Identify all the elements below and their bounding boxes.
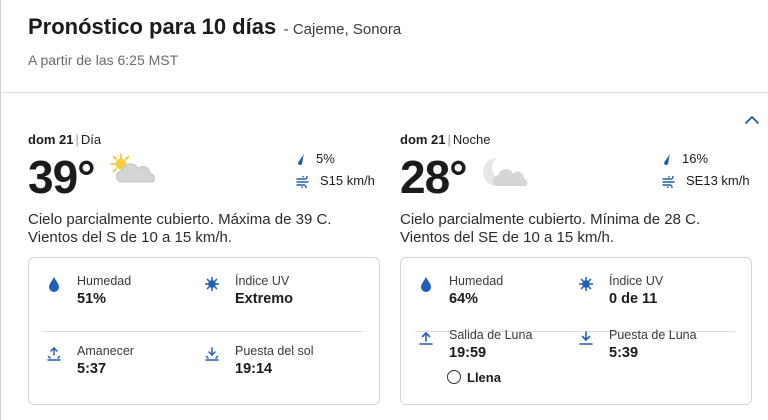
day-wind: S15 km/h <box>296 173 375 190</box>
day-details-card: Humedad 51% Índice UV Extremo Amanecer 5… <box>28 257 380 405</box>
partly-cloudy-day-icon <box>110 153 155 183</box>
day-description: Cielo parcialmente cubierto. Máxima de 3… <box>28 211 332 246</box>
night-date: dom 21 <box>400 132 446 147</box>
chevron-up-icon[interactable] <box>743 113 761 127</box>
night-date-line: dom 21 | Noche <box>400 132 491 147</box>
raindrop-icon <box>664 153 670 165</box>
uv-sun-icon <box>205 277 219 291</box>
forecast-header: Pronóstico para 10 días - Cajeme, Sonora… <box>28 14 401 68</box>
night-temperature: 28° <box>400 151 468 203</box>
raindrop-icon <box>298 153 304 165</box>
day-date-line: dom 21 | Día <box>28 132 102 147</box>
day-period: Día <box>80 132 102 147</box>
night-forecast: dom 21 | Noche 28° 16% SE13 km/h Cielo par… <box>400 132 752 247</box>
wind-icon <box>662 174 675 190</box>
partly-cloudy-night-icon <box>483 156 528 186</box>
day-temperature: 39° <box>28 151 96 203</box>
wind-icon <box>296 174 309 190</box>
day-forecast: dom 21 | Día 39° 5% S15 km/h Cielo parcial… <box>28 132 380 247</box>
sunrise-icon <box>47 346 61 361</box>
moon-phase: Llena <box>447 370 501 385</box>
humidity-drop-icon <box>421 277 431 292</box>
day-date: dom 21 <box>28 132 74 147</box>
card-divider <box>43 331 363 332</box>
window-border <box>0 0 1 420</box>
uv-sun-icon <box>579 277 593 291</box>
humidity-drop-icon <box>49 277 59 292</box>
moonrise-icon <box>419 331 433 345</box>
night-description: Cielo parcialmente cubierto. Mínima de 2… <box>400 211 701 246</box>
moonset-icon <box>579 331 593 345</box>
day-precipitation: 5% <box>296 151 335 166</box>
night-details-card: Humedad 64% Índice UV 0 de 11 Salida de … <box>400 257 752 405</box>
night-period: Noche <box>452 132 491 147</box>
night-precipitation: 16% <box>662 151 708 166</box>
moon-phase-label: Llena <box>467 370 501 385</box>
night-wind: SE13 km/h <box>662 173 750 190</box>
as-of-timestamp: A partir de las 6:25 MST <box>28 52 179 68</box>
page-title: Pronóstico para 10 días <box>28 14 277 39</box>
location-label: - Cajeme, Sonora <box>283 21 402 38</box>
sunset-icon <box>205 347 219 361</box>
header-divider <box>0 92 768 93</box>
full-moon-icon <box>447 370 461 384</box>
